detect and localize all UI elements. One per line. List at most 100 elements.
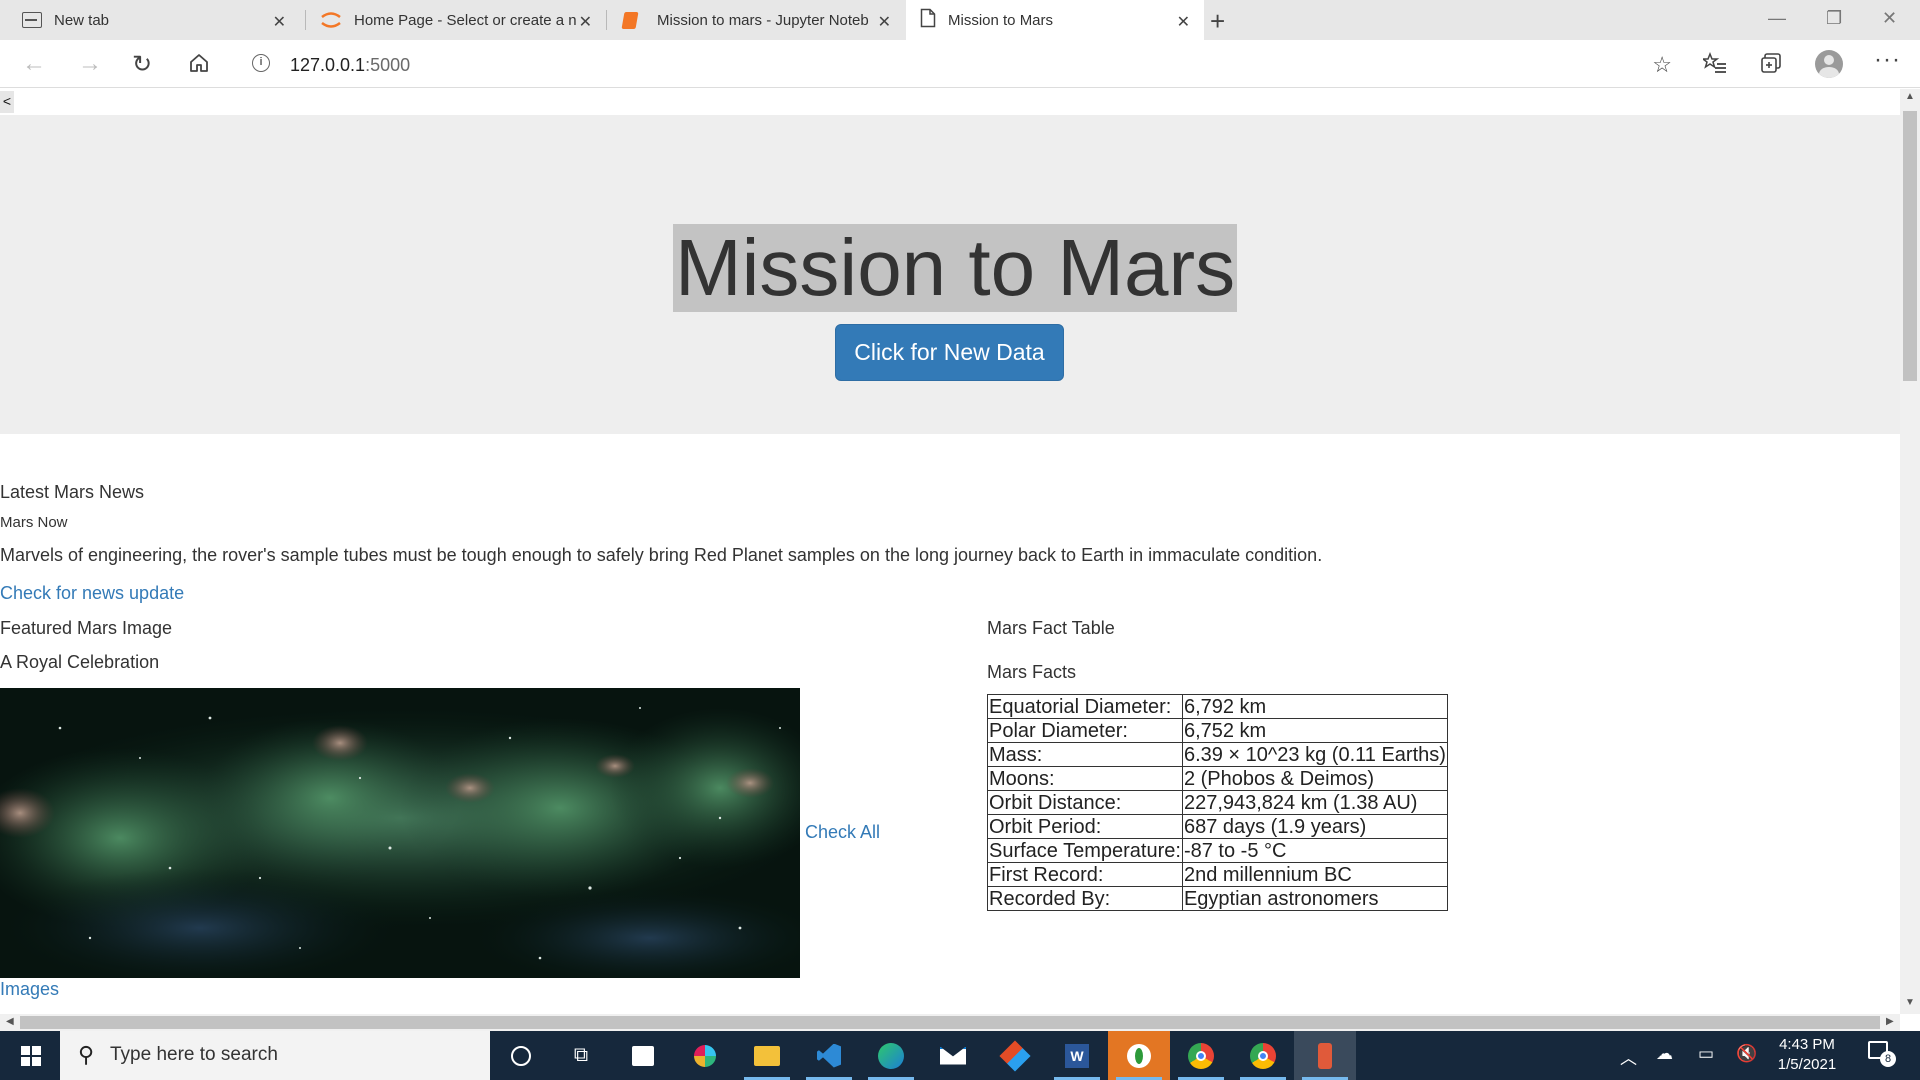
mail-icon[interactable] [922,1031,984,1080]
more-options-icon[interactable]: ··· [1874,46,1901,74]
back-arrow-icon[interactable]: ← [22,50,46,78]
git-kraken-icon[interactable] [984,1031,1046,1080]
fact-value: -87 to -5 °C [1181,838,1448,863]
word-icon[interactable]: W [1046,1031,1108,1080]
scrollbar-thumb[interactable] [20,1016,1880,1029]
new-tab-plus-icon[interactable]: + [1210,6,1225,37]
news-update-link[interactable]: Check for news update [0,583,184,604]
tab-title: New tab [54,11,110,29]
search-placeholder: Type here to search [110,1044,278,1065]
site-info-icon[interactable]: i [252,54,270,72]
jumbotron: Mission to Mars Click for New Data [0,115,1900,434]
clock-time: 4:43 PM [1779,1036,1835,1053]
scrollbar-thumb[interactable] [1903,111,1917,381]
facts-row: Recorded By: Egyptian astronomers [987,886,1448,911]
file-explorer-icon[interactable] [736,1031,798,1080]
tab-title: Home Page - Select or create a n [354,11,577,29]
news-title: Mars Now [0,514,68,531]
fact-value: 2 (Phobos & Deimos) [1181,766,1448,791]
scroll-down-icon[interactable]: ▼ [1905,997,1915,1008]
notebook-icon [621,11,639,29]
fact-label: Orbit Period: [987,814,1183,839]
notification-center-icon[interactable]: 8 [1868,1041,1896,1067]
images-link[interactable]: Images [0,979,59,1000]
favorites-list-icon[interactable] [1700,51,1727,81]
scrape-new-data-button[interactable]: Click for New Data [835,324,1064,381]
check-all-link[interactable]: Check All [805,822,880,843]
fact-label: Orbit Distance: [987,790,1183,815]
vscode-icon[interactable] [798,1031,860,1080]
git-bash-icon[interactable] [1294,1031,1356,1080]
address-bar[interactable]: i 127.0.0.1:5000 ☆ [236,46,1686,82]
clock-date: 1/5/2021 [1777,1056,1837,1073]
close-icon[interactable]: ✕ [1177,12,1190,32]
page-icon [920,8,936,32]
slack-icon[interactable] [674,1031,736,1080]
tab-jupyter-notebook[interactable]: Mission to mars - Jupyter Noteb ✕ [607,0,905,40]
vertical-scrollbar[interactable]: ▲ ▼ [1900,89,1920,1014]
edge-icon[interactable] [860,1031,922,1080]
store-icon[interactable] [612,1031,674,1080]
fact-label: Polar Diameter: [987,718,1183,743]
facts-row: Mass: 6.39 × 10^23 kg (0.11 Earths) [987,742,1448,767]
browser-tab-bar: New tab ✕ Home Page - Select or create a… [0,0,1920,40]
new-tab-page-icon [22,12,42,28]
news-paragraph: Marvels of engineering, the rover's samp… [0,545,1323,565]
featured-mars-image [0,688,800,978]
address-url[interactable]: 127.0.0.1:5000 [290,55,410,76]
close-icon[interactable]: ✕ [273,12,286,32]
start-button[interactable] [0,1031,60,1080]
collections-icon[interactable] [1760,52,1782,81]
volume-muted-icon[interactable]: 🔇 [1736,1044,1757,1064]
facts-row: Orbit Distance: 227,943,824 km (1.38 AU) [987,790,1448,815]
taskbar-clock[interactable]: 4:43 PM 1/5/2021 [1762,1035,1852,1075]
forward-arrow-icon[interactable]: → [78,50,102,78]
restore-icon[interactable]: ❐ [1826,8,1842,29]
facts-heading: Mars Fact Table [987,618,1115,638]
news-heading: Latest Mars News [0,482,145,502]
scroll-up-icon[interactable]: ▲ [1905,91,1915,102]
tab-jupyter-home[interactable]: Home Page - Select or create a n ✕ [306,0,606,40]
windows-logo-icon [21,1046,41,1066]
facts-row: Equatorial Diameter: 6,792 km [987,694,1448,719]
favorite-star-icon[interactable]: ☆ [1652,52,1672,78]
refresh-icon[interactable]: ↻ [132,50,152,79]
close-icon[interactable]: ✕ [579,12,592,32]
fact-label: Surface Temperature: [987,838,1183,863]
fact-value: 6.39 × 10^23 kg (0.11 Earths) [1181,742,1448,767]
facts-row: Orbit Period: 687 days (1.9 years) [987,814,1448,839]
fact-value: 227,943,824 km (1.38 AU) [1181,790,1448,815]
profile-avatar-icon[interactable] [1815,50,1843,78]
task-view-icon[interactable]: ⧉ [550,1031,612,1080]
tab-mission-to-mars[interactable]: Mission to Mars ✕ [906,0,1204,40]
collapse-toggle-button[interactable]: < [0,91,14,113]
fact-value: 6,792 km [1181,694,1448,719]
window-close-icon[interactable]: ✕ [1882,8,1897,29]
facts-row: Polar Diameter: 6,752 km [987,718,1448,743]
taskbar-search-box[interactable]: ⚲ Type here to search [60,1031,490,1080]
chrome-icon[interactable] [1170,1031,1232,1080]
facts-subheading: Mars Facts [987,662,1077,682]
fact-label: First Record: [987,862,1183,887]
fact-value: Egyptian astronomers [1181,886,1448,911]
fact-value: 687 days (1.9 years) [1181,814,1448,839]
cortana-icon[interactable] [490,1031,552,1080]
scroll-right-icon[interactable]: ▶ [1886,1016,1894,1027]
fact-label: Moons: [987,766,1183,791]
onedrive-icon[interactable]: ☁ [1656,1044,1673,1064]
minimize-icon[interactable]: — [1768,8,1786,29]
anaconda-icon[interactable] [1108,1031,1170,1080]
fact-label: Recorded By: [987,886,1183,911]
featured-image-heading: Featured Mars Image [0,618,173,638]
fact-label: Equatorial Diameter: [987,694,1183,719]
battery-icon[interactable]: ▭ [1698,1044,1714,1064]
show-hidden-icons-icon[interactable]: ︿ [1620,1044,1637,1069]
facts-row: First Record: 2nd millennium BC [987,862,1448,887]
scroll-left-icon[interactable]: ◀ [6,1016,14,1027]
page-title: Mission to Mars [673,223,1238,312]
tab-new-tab[interactable]: New tab ✕ [0,0,300,40]
chrome-icon-2[interactable] [1232,1031,1294,1080]
horizontal-scrollbar[interactable]: ◀ ▶ [0,1014,1900,1031]
close-icon[interactable]: ✕ [878,12,891,32]
home-icon[interactable] [188,52,210,81]
